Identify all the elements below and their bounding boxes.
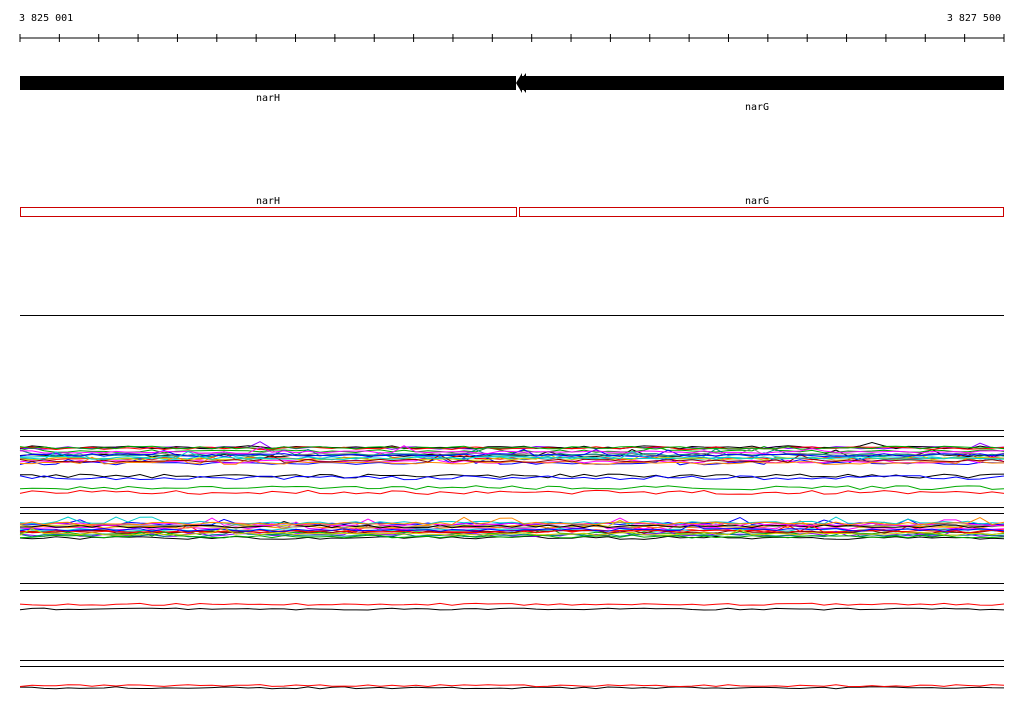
- expression-track-1: [19, 441, 1005, 495]
- expression-track-4: [19, 684, 1005, 690]
- annotation-label-narG: narG: [745, 196, 769, 207]
- annotation-box-narG: [519, 207, 1004, 217]
- annotation-label-narH: narH: [256, 196, 280, 207]
- expression-profile-line: [19, 489, 1005, 495]
- gene-bar-narG: [522, 76, 1004, 90]
- gene-bar-narH: [20, 76, 516, 90]
- expression-track-2: [19, 516, 1005, 540]
- annotation-box-narH: [20, 207, 517, 217]
- expression-track-3: [19, 602, 1005, 611]
- annotation-box-track: narH narG: [20, 196, 1004, 217]
- coordinate-ruler: [19, 34, 1005, 42]
- gene-arrow-track: narH narG: [20, 73, 1004, 113]
- expression-profile-line: [19, 485, 1005, 491]
- genome-browser-canvas: narH narG narH narG: [19, 34, 1005, 690]
- expression-profile-line: [19, 684, 1005, 688]
- gene-label-narG: narG: [745, 102, 769, 113]
- expression-profile-line: [19, 607, 1005, 611]
- expression-profile-line: [19, 516, 1005, 526]
- expression-profile-line: [19, 686, 1005, 690]
- expression-profile-line: [19, 602, 1005, 606]
- track-separators: [20, 315, 1004, 667]
- gene-label-narH: narH: [256, 93, 280, 104]
